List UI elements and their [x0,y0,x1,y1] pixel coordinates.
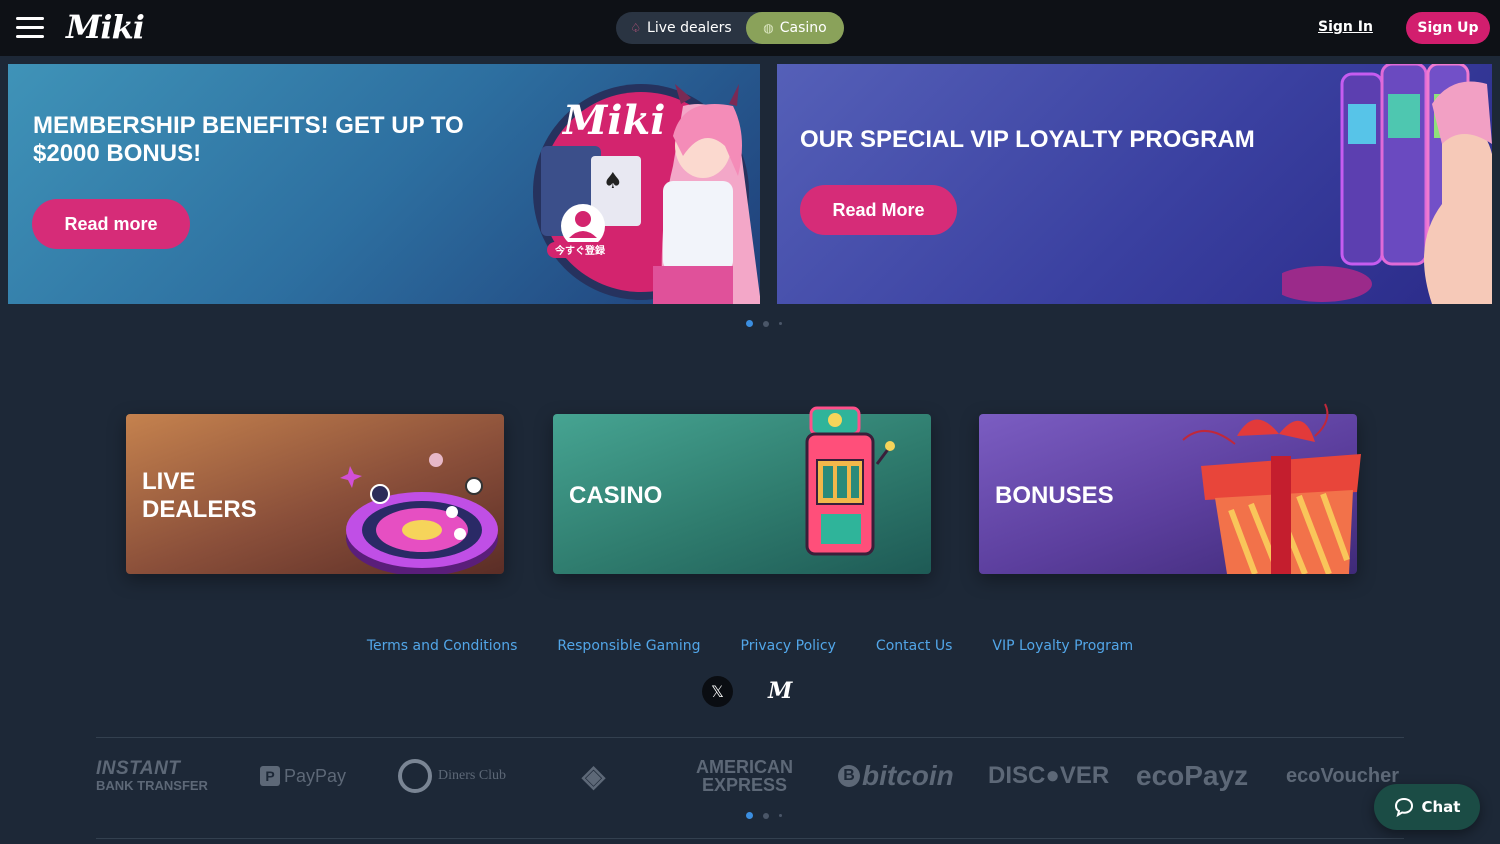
slot-machines-illustration [1282,64,1492,304]
payment-methods: INSTANT BANK TRANSFER P PayPay Diners Cl… [96,756,1406,796]
top-header: Miki ♤ Live dealers ◍ Casino Sign In Sig… [0,0,1500,56]
category-card-bonuses[interactable]: BONUSES [979,403,1361,574]
bitcoin-logo: B bitcoin [838,756,954,796]
carousel-dot-3[interactable] [779,322,782,325]
x-twitter-icon[interactable]: 𝕏 [702,676,733,707]
banner-title: OUR SPECIAL VIP LOYALTY PROGRAM [800,126,1255,153]
read-more-button[interactable]: Read more [32,199,190,249]
menu-icon[interactable] [16,17,44,39]
carousel-dot-3[interactable] [779,814,782,817]
footer-link-privacy[interactable]: Privacy Policy [741,638,836,654]
discover-logo: DISC●VER [988,762,1110,789]
divider [96,737,1404,738]
footer-link-responsible-gaming[interactable]: Responsible Gaming [557,638,700,654]
payments-carousel-dots [746,812,782,819]
art-logo: Miki [561,97,665,144]
binance-logo: ◈ [582,759,606,793]
banner-carousel-dots [746,320,782,327]
category-title: CASINO [569,482,663,509]
carousel-dot-1[interactable] [746,812,753,819]
footer-link-terms[interactable]: Terms and Conditions [367,638,518,654]
carousel-dot-2[interactable] [763,320,769,327]
read-more-button[interactable]: Read More [800,185,957,235]
promo-banner-membership[interactable]: MEMBERSHIP BENEFITS! GET UP TO $2000 BON… [8,64,760,304]
gift-icon [1182,403,1361,574]
american-express-logo: AMERICAN EXPRESS [696,757,793,795]
ecopayz-logo: ecoPayz [1136,760,1249,791]
carousel-dot-1[interactable] [746,320,753,327]
chat-bubble-icon [1394,797,1413,817]
paypay-logo: P PayPay [260,756,346,796]
mode-live-dealers-button[interactable]: ♤ Live dealers [616,12,746,44]
mode-casino-label: Casino [779,20,827,36]
casino-chip-icon: ◍ [763,21,774,35]
roulette-icon [340,453,498,574]
mode-switch: ♤ Live dealers ◍ Casino [616,12,844,44]
instant-bank-transfer-logo: INSTANT BANK TRANSFER [96,757,208,793]
category-card-live-dealers[interactable]: LIVE DEALERS [126,414,504,574]
mode-live-label: Live dealers [647,20,732,36]
footer-link-contact[interactable]: Contact Us [876,638,952,654]
category-card-casino[interactable]: CASINO [553,406,931,574]
live-dealer-icon: ♤ [630,21,642,35]
art-badge: 今すぐ登録 [554,244,606,257]
category-title: BONUSES [995,482,1114,509]
diners-club-logo: Diners Club [398,756,506,796]
svg-text:♠: ♠ [603,169,623,194]
site-logo[interactable]: Miki [66,8,145,46]
footer-links: Terms and Conditions Responsible Gaming … [0,638,1500,654]
sign-up-button[interactable]: Sign Up [1406,12,1490,44]
mode-casino-button[interactable]: ◍ Casino [746,12,844,44]
promo-banner-vip[interactable]: OUR SPECIAL VIP LOYALTY PROGRAM Read Mor… [777,64,1492,304]
divider [96,838,1404,839]
chat-label: Chat [1421,798,1461,816]
sign-in-link[interactable]: Sign In [1318,19,1373,35]
slot-machine-icon [805,406,895,556]
carousel-dot-2[interactable] [763,812,769,819]
footer-link-vip[interactable]: VIP Loyalty Program [992,638,1133,654]
banner-title: MEMBERSHIP BENEFITS! GET UP TO $2000 BON… [33,112,464,167]
miki-social-icon[interactable]: M [768,678,792,704]
category-title: LIVE DEALERS [142,468,257,523]
chat-button[interactable]: Chat [1374,784,1480,830]
anime-hero-illustration: ♠ Miki 今すぐ登録 [533,84,760,304]
